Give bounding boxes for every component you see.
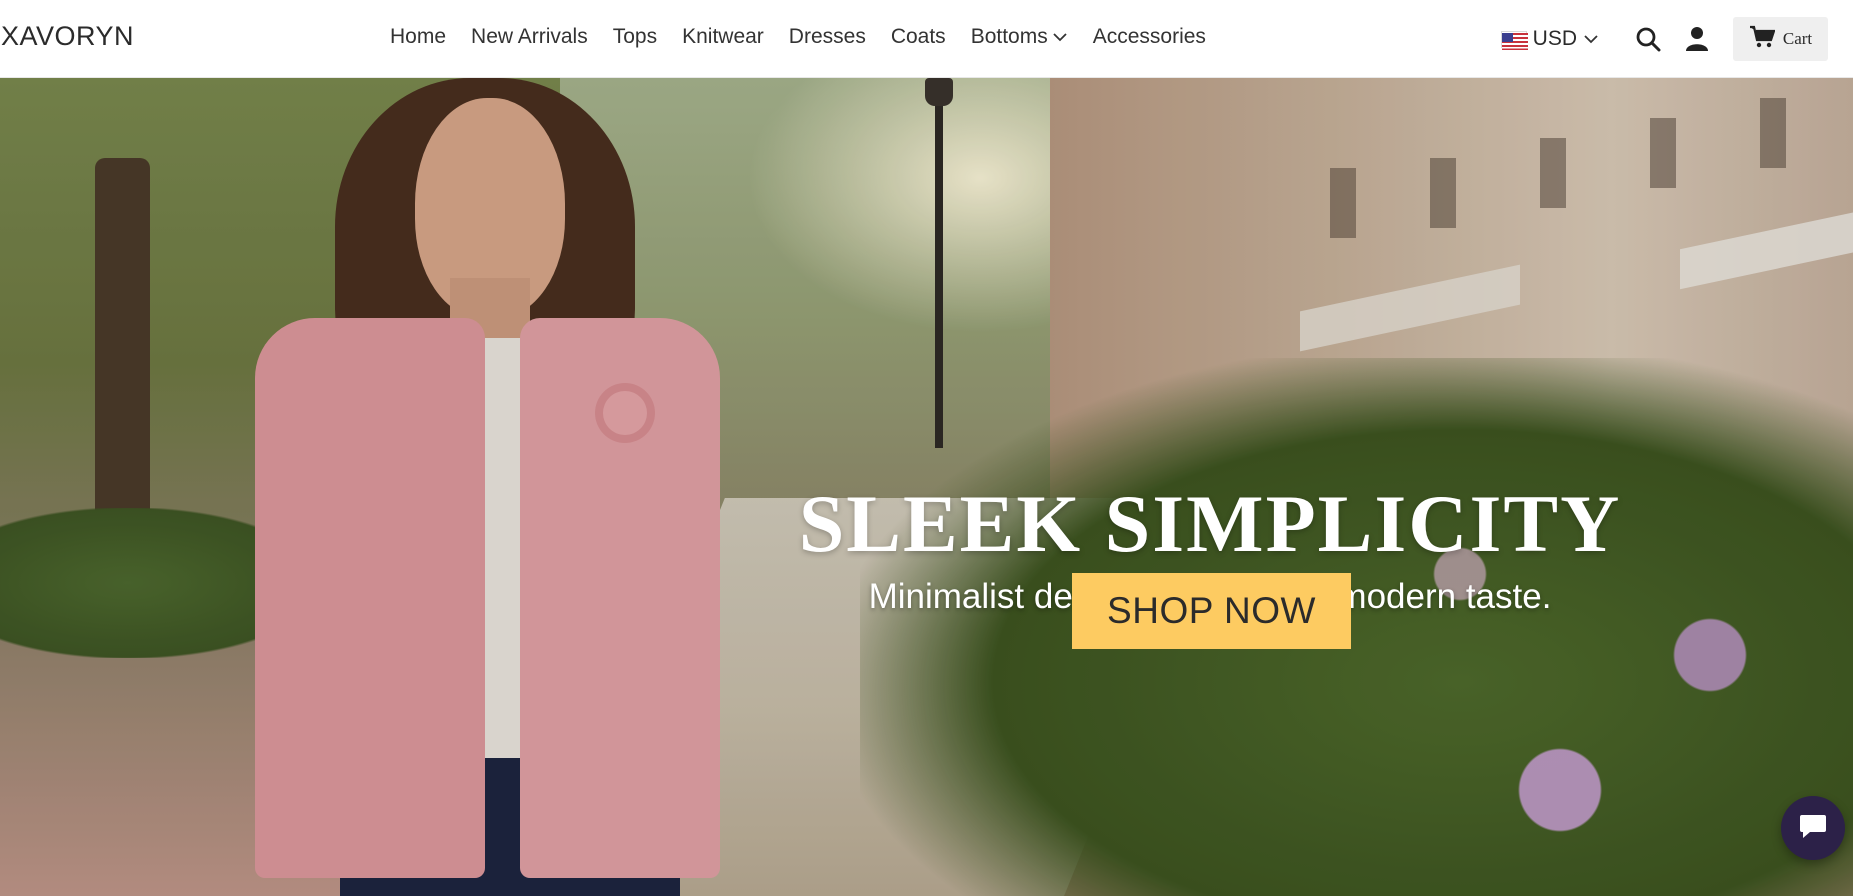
- chevron-down-icon: [1583, 27, 1599, 51]
- us-flag-icon: [1500, 30, 1528, 50]
- currency-label: USD: [1532, 27, 1577, 50]
- nav-item-new-arrivals[interactable]: New Arrivals: [471, 25, 588, 49]
- cart-button[interactable]: Cart: [1733, 17, 1828, 61]
- nav-item-label: Bottoms: [970, 25, 1048, 48]
- nav-item-knitwear[interactable]: Knitwear: [682, 25, 764, 49]
- main-nav: Home New Arrivals Tops Knitwear Dresses …: [390, 25, 1231, 49]
- nav-item-dresses[interactable]: Dresses: [789, 25, 866, 49]
- nav-item-accessories[interactable]: Accessories: [1093, 25, 1206, 49]
- cart-label: Cart: [1782, 29, 1813, 48]
- header-tools: USD Cart: [1500, 14, 1853, 64]
- nav-item-coats[interactable]: Coats: [891, 25, 946, 49]
- search-icon[interactable]: [1635, 26, 1661, 52]
- hero-title: SLEEK SIMPLICITY: [798, 478, 1622, 569]
- site-header: XAVORYN Home New Arrivals Tops Knitwear …: [0, 0, 1853, 78]
- cart-icon: [1749, 25, 1776, 54]
- nav-item-tops[interactable]: Tops: [613, 25, 657, 49]
- nav-item-label: Tops: [612, 25, 658, 48]
- nav-item-label: Dresses: [788, 25, 866, 48]
- currency-selector[interactable]: USD: [1500, 27, 1599, 51]
- nav-item-label: Coats: [890, 25, 946, 48]
- nav-item-label: Home: [390, 25, 447, 48]
- chevron-down-icon: [1052, 25, 1068, 49]
- nav-item-home[interactable]: Home: [390, 25, 446, 49]
- nav-item-label: Accessories: [1092, 25, 1206, 48]
- nav-item-bottoms[interactable]: Bottoms: [971, 25, 1068, 49]
- nav-item-label: Knitwear: [682, 25, 764, 48]
- shop-now-button[interactable]: SHOP NOW: [1072, 573, 1351, 649]
- nav-item-label: New Arrivals: [471, 25, 588, 48]
- brand-logo[interactable]: XAVORYN: [1, 21, 134, 52]
- chat-bubble-icon: [1798, 812, 1828, 845]
- user-icon[interactable]: [1685, 26, 1709, 52]
- hero-banner: SLEEK SIMPLICITY Minimalist designs that…: [0, 78, 1853, 896]
- chat-widget-button[interactable]: [1781, 796, 1845, 860]
